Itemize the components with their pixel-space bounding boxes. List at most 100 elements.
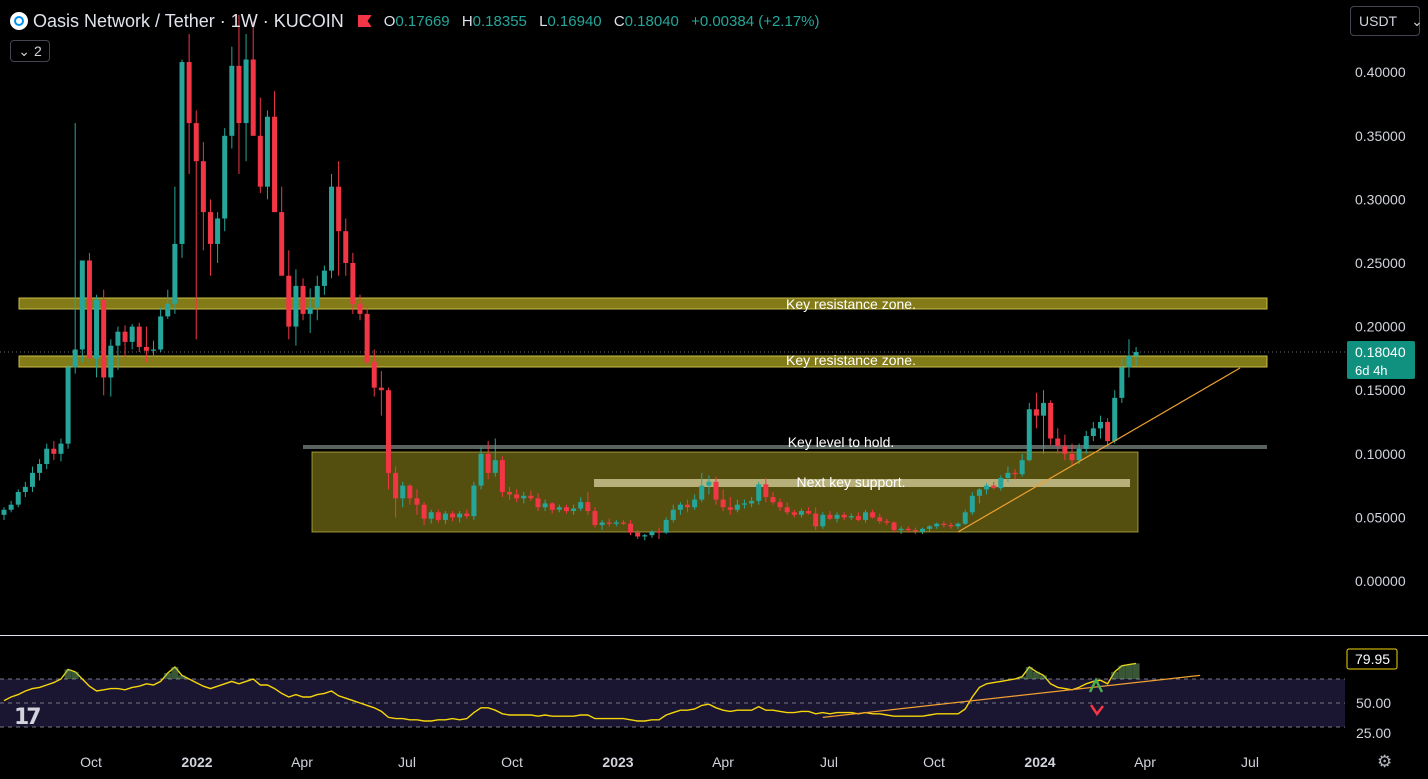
indicator-count: 2 [33,43,42,59]
candle-body [699,485,705,500]
candle-body [514,494,520,499]
candle-body [336,186,342,232]
rsi-badge-value: 79.95 [1355,651,1390,667]
annotation-zones [0,297,1345,533]
symbol-title[interactable]: Oasis Network / Tether · 1W · KUCOIN [33,11,344,32]
candle-body [428,512,434,519]
price-badge-countdown: 6d 4h [1355,363,1388,378]
indicator-toggle-button[interactable]: ⌄ 2 [10,40,50,62]
key-level-line [303,445,1267,449]
currency-value: USDT [1359,13,1398,29]
oasis-logo-icon [10,12,28,30]
candle-body [151,349,157,351]
candle-body [1069,453,1075,461]
candle-body [863,512,869,520]
candle-body [998,477,1004,489]
candle-body [720,499,726,508]
rsi-pane: 50.00 25.00 [0,635,1428,741]
price-tick-label: 0.40000 [1355,64,1406,80]
candle-body [969,495,975,513]
candle-body [713,481,719,500]
candle-body [279,212,285,276]
candle-body [179,62,185,244]
candle-body [1112,397,1118,442]
candle-body [343,231,349,263]
candle-body [407,485,413,499]
candle-body [592,511,598,526]
candle-body [891,522,897,531]
candle-body [585,502,591,512]
flag-icon[interactable] [357,15,372,27]
candle-body [492,460,498,473]
candle-body [749,500,755,504]
candle-body [656,531,662,533]
candle-body [15,491,21,505]
candle-body [1126,355,1132,368]
candle-body [1048,402,1054,439]
candle-body [834,514,840,519]
annotation-label: Key level to hold. [788,434,895,450]
candle-body [329,186,335,271]
candle-body [357,303,363,314]
candle-body [927,526,933,529]
candle-body [115,331,121,346]
candle-body [827,514,833,519]
time-tick-label: 2022 [181,754,212,770]
price-tick-label: 0.10000 [1355,446,1406,462]
price-badge-value: 0.18040 [1355,344,1406,360]
candle-body [1005,472,1011,478]
candle-body [848,516,854,518]
candle-body [29,472,35,487]
rsi-overbought-fill [1025,667,1033,679]
resistance-zone-lower [18,355,1268,368]
candle-body [1041,402,1047,416]
candle-body [563,507,569,512]
annotation-label: Next key support. [797,474,906,490]
candle-body [976,489,982,496]
candle-body [1133,352,1139,356]
open-label: O [383,12,396,30]
candle-body [108,345,114,378]
candle-body [912,530,918,532]
annotation-label: Key resistance zone. [786,296,916,312]
candle-body [841,514,847,518]
candle-body [1033,409,1039,416]
candle-body [798,511,804,515]
candle-body [236,65,242,124]
candle-body [442,513,448,520]
price-tick-label: 0.25000 [1355,255,1406,271]
tradingview-logo-icon[interactable]: 17 [14,705,42,730]
candle-body [435,512,441,520]
candle-body [542,503,548,508]
candle-body [642,535,648,537]
candle-body [485,453,491,473]
candle-body [457,513,463,518]
candle-body [58,443,64,454]
candle-body [1105,422,1111,442]
candle-body [919,528,925,532]
candle-body [685,504,691,508]
candle-body [727,507,733,510]
chart-canvas[interactable]: Key resistance zone. Key resistance zone.… [0,0,1428,779]
candle-body [478,453,484,486]
candle-body [215,218,221,244]
candle-body [321,270,327,286]
candle-body [528,495,534,499]
time-tick-label: Oct [80,754,102,770]
price-tick-label: 0.20000 [1355,319,1406,335]
currency-select[interactable]: USDT ⌄ [1350,6,1423,36]
candle-body [521,495,527,499]
rsi-overbought-fill [64,669,72,679]
candle-body [962,512,968,524]
rsi-overbought-fill [171,667,179,679]
rsi-tick-label: 25.00 [1356,725,1391,741]
price-tick-label: 0.00000 [1355,573,1406,589]
candle-body [884,521,890,523]
candle-body [207,212,213,244]
gear-icon[interactable]: ⚙ [1377,752,1392,772]
candle-body [905,528,911,531]
candle-body [820,514,826,527]
candle-body [193,123,199,162]
candle-body [79,260,85,350]
candle-body [571,508,577,512]
